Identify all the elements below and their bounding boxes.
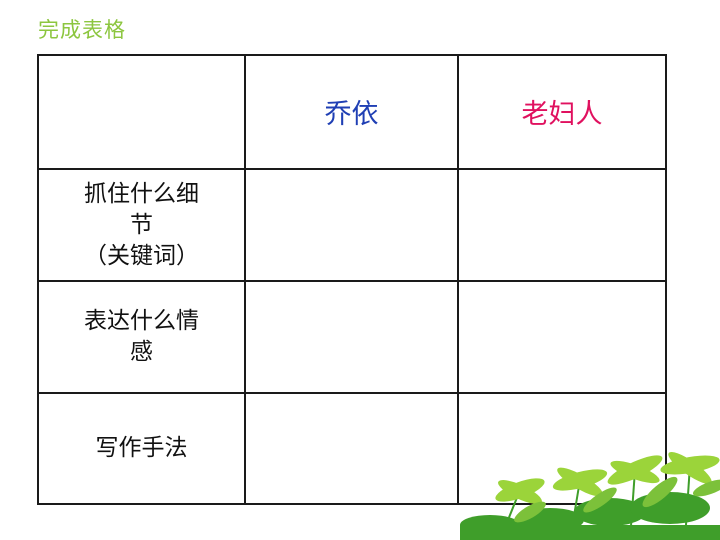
row-header-technique: 写作手法 — [37, 392, 246, 505]
table-header-row: 乔依 老妇人 — [37, 54, 667, 170]
table-cell-emotion-laofuren — [457, 280, 667, 394]
table-cell-emotion-qiaoyi — [244, 280, 459, 394]
table-row: 抓住什么细 节 （关键词） — [37, 168, 667, 282]
table-row: 表达什么情 感 — [37, 280, 667, 394]
row-header-technique-line1: 写作手法 — [95, 435, 188, 461]
table-cell-details-laofuren — [457, 168, 667, 282]
table-corner-cell — [37, 54, 246, 170]
table-row: 写作手法 — [37, 392, 667, 505]
column-header-qiaoyi: 乔依 — [324, 99, 379, 130]
row-header-emotion-line1: 表达什么情 — [84, 308, 199, 334]
row-header-details-line1: 抓住什么细 — [84, 180, 199, 207]
slide-title: 完成表格 — [38, 18, 126, 42]
row-header-details-line3: （关键词） — [84, 242, 199, 269]
table-cell-technique-qiaoyi — [244, 392, 459, 505]
column-header-qiaoyi-cell: 乔依 — [244, 54, 459, 170]
row-header-details: 抓住什么细 节 （关键词） — [37, 168, 246, 282]
row-header-details-line2: 节 — [130, 211, 153, 238]
table-cell-technique-laofuren — [457, 392, 667, 505]
column-header-laofuren-cell: 老妇人 — [457, 54, 667, 170]
row-header-emotion: 表达什么情 感 — [37, 280, 246, 394]
row-header-emotion-line2: 感 — [130, 339, 153, 365]
slide: 完成表格 乔依 老妇人 抓住什么细 节 （关键词） 表达什么情 感 写作手法 — [0, 0, 720, 540]
table-cell-details-qiaoyi — [244, 168, 459, 282]
comparison-table: 乔依 老妇人 抓住什么细 节 （关键词） 表达什么情 感 写作手法 — [37, 54, 667, 505]
column-header-laofuren: 老妇人 — [521, 99, 603, 130]
